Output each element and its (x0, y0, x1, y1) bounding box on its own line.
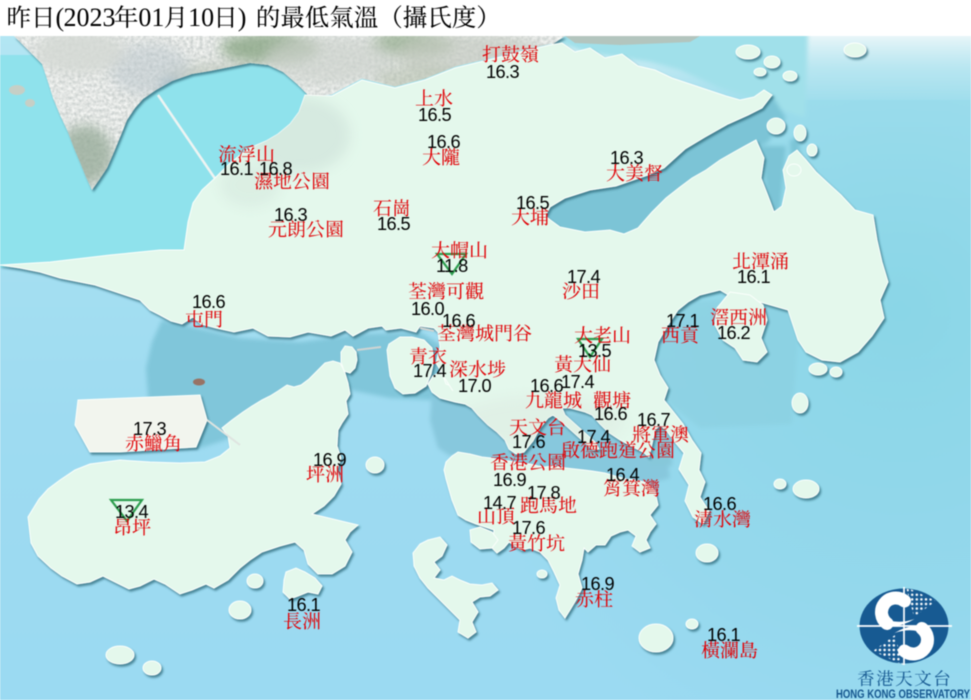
svg-text:17.4: 17.4 (561, 372, 594, 392)
svg-text:16.1: 16.1 (287, 595, 320, 615)
svg-text:01: 01 (138, 3, 164, 32)
svg-text:10: 10 (188, 3, 214, 32)
svg-text:17.1: 17.1 (666, 311, 699, 331)
svg-text:16.2: 16.2 (717, 323, 750, 343)
svg-text:13.5: 13.5 (578, 341, 611, 361)
svg-text:16.0: 16.0 (411, 299, 444, 319)
svg-text:17.4: 17.4 (413, 361, 446, 381)
svg-text:16.5: 16.5 (516, 193, 549, 213)
svg-text:16.5: 16.5 (418, 105, 451, 125)
svg-text:16.6: 16.6 (594, 404, 627, 424)
svg-text:16.9: 16.9 (493, 470, 526, 490)
svg-text:11.8: 11.8 (436, 256, 468, 276)
svg-text:13.4: 13.4 (115, 502, 148, 522)
svg-text:16.9: 16.9 (581, 574, 614, 594)
svg-text:17.4: 17.4 (577, 427, 610, 447)
svg-text:16.1: 16.1 (220, 159, 253, 179)
svg-text:2023: 2023 (64, 3, 116, 32)
svg-text:17.8: 17.8 (527, 483, 560, 503)
svg-text:16.9: 16.9 (313, 450, 346, 470)
svg-text:16.3: 16.3 (486, 62, 519, 82)
svg-text:17.6: 17.6 (512, 518, 545, 538)
svg-text:16.4: 16.4 (606, 465, 639, 485)
svg-text:16.6: 16.6 (442, 311, 475, 331)
svg-text:17.6: 17.6 (512, 432, 545, 452)
svg-text:17.0: 17.0 (458, 376, 491, 396)
svg-text:16.8: 16.8 (259, 159, 292, 179)
svg-text:16.3: 16.3 (274, 205, 307, 225)
svg-text:16.5: 16.5 (377, 214, 410, 234)
svg-text:17.4: 17.4 (567, 267, 600, 287)
svg-text:16.7: 16.7 (637, 410, 670, 430)
svg-text:16.3: 16.3 (610, 148, 643, 168)
svg-text:): ) (238, 3, 247, 32)
svg-text:16.6: 16.6 (703, 494, 736, 514)
svg-text:16.6: 16.6 (530, 376, 563, 396)
svg-text:16.6: 16.6 (427, 132, 460, 152)
svg-text:17.3: 17.3 (133, 419, 166, 439)
svg-text:16.1: 16.1 (707, 625, 740, 645)
svg-text:HONG KONG OBSERVATORY: HONG KONG OBSERVATORY (836, 687, 970, 700)
svg-text:14.7: 14.7 (483, 493, 516, 513)
svg-text:16.1: 16.1 (737, 267, 770, 287)
svg-text:16.6: 16.6 (192, 292, 225, 312)
